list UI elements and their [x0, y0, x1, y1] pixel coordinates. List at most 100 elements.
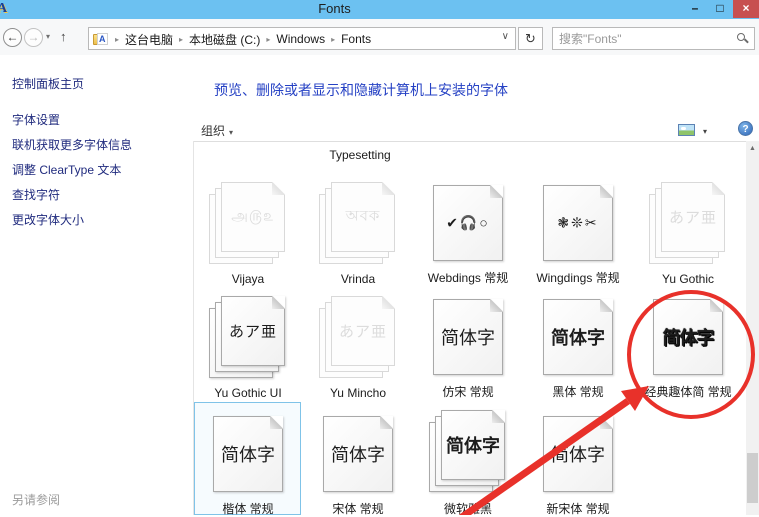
font-item-label: Wingdings 常规 — [536, 269, 619, 286]
recent-pages-dropdown-icon[interactable]: ▾ — [46, 32, 50, 41]
organize-button[interactable]: 组织 ▾ — [201, 122, 233, 139]
toolbar-separator — [193, 141, 746, 142]
font-item-songti[interactable]: 简体字 宋体 常规 — [304, 405, 412, 517]
font-item-label: 仿宋 常规 — [442, 383, 493, 400]
font-item-label: Vrinda — [341, 272, 375, 286]
toolbar: 组织▾ ▾ ? — [193, 118, 746, 141]
font-file-icon: 简体字 — [429, 410, 507, 494]
up-button[interactable]: ↑ — [60, 29, 67, 44]
font-item-vijaya[interactable]: அ௫௨ Vijaya — [194, 180, 302, 286]
font-file-icon: ❃❊✂ — [542, 183, 614, 263]
fonts-folder-icon: A — [93, 33, 109, 46]
font-glyph-preview: ❃❊✂ — [544, 215, 612, 232]
font-glyph-preview: 简体字 — [654, 324, 722, 350]
view-dropdown-icon[interactable]: ▾ — [703, 127, 707, 136]
sidebar-item-get-more-fonts-online[interactable]: 联机获取更多字体信息 — [12, 136, 132, 153]
font-item-label: Yu Gothic UI — [214, 386, 281, 400]
breadcrumb: A ▸ 这台电脑 ▸ 本地磁盘 (C:) ▸ Windows ▸ Fonts — [93, 30, 371, 48]
font-item-webdings[interactable]: ✔🎧○ Webdings 常规 — [414, 180, 522, 286]
search-icon[interactable] — [737, 33, 745, 41]
back-button[interactable]: ← — [3, 28, 22, 47]
font-item-label: 经典趣体简 常规 — [644, 383, 731, 400]
font-file-icon: 简体字 — [212, 414, 284, 494]
change-view-icon[interactable] — [678, 124, 695, 136]
organize-label: 组织 — [201, 124, 225, 138]
search-box[interactable] — [552, 27, 755, 50]
font-glyph-preview: 简体字 — [442, 432, 504, 458]
scrollbar-thumb[interactable] — [747, 453, 758, 503]
font-item-wingdings[interactable]: ❃❊✂ Wingdings 常规 — [524, 180, 632, 286]
font-file-icon: 简体字 — [542, 414, 614, 494]
font-file-icon: 简体字 — [652, 297, 724, 377]
font-item-yu-gothic-ui[interactable]: あア亜 Yu Gothic UI — [194, 290, 302, 400]
font-file-icon: ✔🎧○ — [432, 183, 504, 263]
font-item-kaiti[interactable]: 简体字 楷体 常规 — [194, 405, 302, 517]
refresh-button[interactable]: ↻ — [518, 27, 543, 50]
font-file-icon: 简体字 — [542, 297, 614, 377]
font-item-yu-mincho[interactable]: あア亜 Yu Mincho — [304, 290, 412, 400]
search-input[interactable] — [559, 29, 729, 48]
font-file-icon: 简体字 — [432, 297, 504, 377]
font-item-label: 微软雅黑 — [444, 500, 492, 517]
font-file-icon: あア亜 — [319, 296, 397, 380]
breadcrumb-separator-icon[interactable]: ▸ — [260, 35, 276, 44]
font-glyph-preview: あア亜 — [332, 321, 394, 342]
font-glyph-preview: 简体字 — [324, 441, 392, 467]
font-item-jingdian-qutijian[interactable]: 简体字 经典趣体简 常规 — [634, 290, 742, 400]
font-item-label: 新宋体 常规 — [546, 500, 609, 517]
forward-button[interactable]: → — [24, 28, 43, 47]
font-file-icon: அ௫௨ — [209, 182, 287, 266]
font-item-label: Webdings 常规 — [428, 269, 508, 286]
font-glyph-preview: あア亜 — [662, 207, 724, 228]
breadcrumb-local-disk-c[interactable]: 本地磁盘 (C:) — [189, 31, 260, 48]
font-glyph-preview: あア亜 — [222, 321, 284, 342]
see-also-label: 另请参阅 — [12, 491, 60, 508]
sidebar-item-control-panel-home[interactable]: 控制面板主页 — [12, 75, 84, 92]
close-button[interactable]: × — [733, 0, 759, 18]
sidebar-item-find-character[interactable]: 查找字符 — [12, 186, 60, 203]
minimize-button[interactable]: – — [683, 0, 707, 18]
address-dropdown-icon[interactable]: ∨ — [502, 31, 509, 42]
font-item-label: Vijaya — [232, 272, 264, 286]
font-item-fangsong[interactable]: 简体字 仿宋 常规 — [414, 290, 522, 400]
breadcrumb-separator-icon[interactable]: ▸ — [173, 35, 189, 44]
breadcrumb-windows[interactable]: Windows — [276, 32, 325, 46]
font-item-yu-gothic[interactable]: あア亜 Yu Gothic — [634, 180, 742, 286]
address-bar[interactable]: A ▸ 这台电脑 ▸ 本地磁盘 (C:) ▸ Windows ▸ Fonts ∨ — [88, 27, 516, 50]
breadcrumb-this-pc[interactable]: 这台电脑 — [125, 31, 173, 48]
sidebar-item-change-font-size[interactable]: 更改字体大小 — [12, 211, 84, 228]
scroll-up-icon[interactable]: ▲ — [746, 141, 759, 156]
font-glyph-preview: ✔🎧○ — [434, 215, 502, 232]
font-glyph-preview: அ௫௨ — [222, 208, 284, 227]
font-file-icon: 简体字 — [322, 414, 394, 494]
navigation-bar: ← → ▾ ↑ A ▸ 这台电脑 ▸ 本地磁盘 (C:) ▸ Windows ▸… — [0, 19, 759, 55]
chevron-down-icon: ▾ — [229, 128, 233, 137]
font-item-microsoft-yahei[interactable]: 简体字 微软雅黑 — [414, 405, 522, 517]
font-file-icon: অবক — [319, 182, 397, 266]
font-item-heiti[interactable]: 简体字 黑体 常规 — [524, 290, 632, 400]
sidebar-item-font-settings[interactable]: 字体设置 — [12, 111, 60, 128]
font-file-icon: あア亜 — [649, 182, 727, 266]
font-item-nsimsun[interactable]: 简体字 新宋体 常规 — [524, 405, 632, 517]
page-title: 预览、删除或者显示和隐藏计算机上安装的字体 — [214, 80, 508, 100]
help-icon[interactable]: ? — [738, 121, 753, 136]
breadcrumb-fonts[interactable]: Fonts — [341, 32, 371, 46]
breadcrumb-separator-icon[interactable]: ▸ — [109, 35, 125, 44]
font-glyph-preview: 简体字 — [544, 324, 612, 350]
breadcrumb-separator-icon[interactable]: ▸ — [325, 35, 341, 44]
font-item-label: Typesetting — [329, 148, 390, 162]
font-item-vrinda[interactable]: অবক Vrinda — [304, 180, 412, 286]
maximize-button[interactable]: □ — [708, 0, 732, 18]
font-item-label: Yu Gothic — [662, 272, 714, 286]
sidebar-item-adjust-cleartype[interactable]: 调整 ClearType 文本 — [12, 161, 121, 178]
font-item-label: 楷体 常规 — [222, 500, 273, 517]
title-bar: A Fonts – □ × — [0, 0, 759, 19]
font-item-typesetting-partial[interactable]: Typesetting — [306, 140, 414, 162]
font-item-label: 黑体 常规 — [552, 383, 603, 400]
font-item-label: 宋体 常规 — [332, 500, 383, 517]
font-glyph-preview: অবক — [332, 205, 394, 230]
font-glyph-preview: 简体字 — [214, 441, 282, 467]
font-glyph-preview: 简体字 — [434, 324, 502, 350]
vertical-scrollbar[interactable]: ▲ — [746, 141, 759, 515]
font-glyph-preview: 简体字 — [544, 441, 612, 467]
